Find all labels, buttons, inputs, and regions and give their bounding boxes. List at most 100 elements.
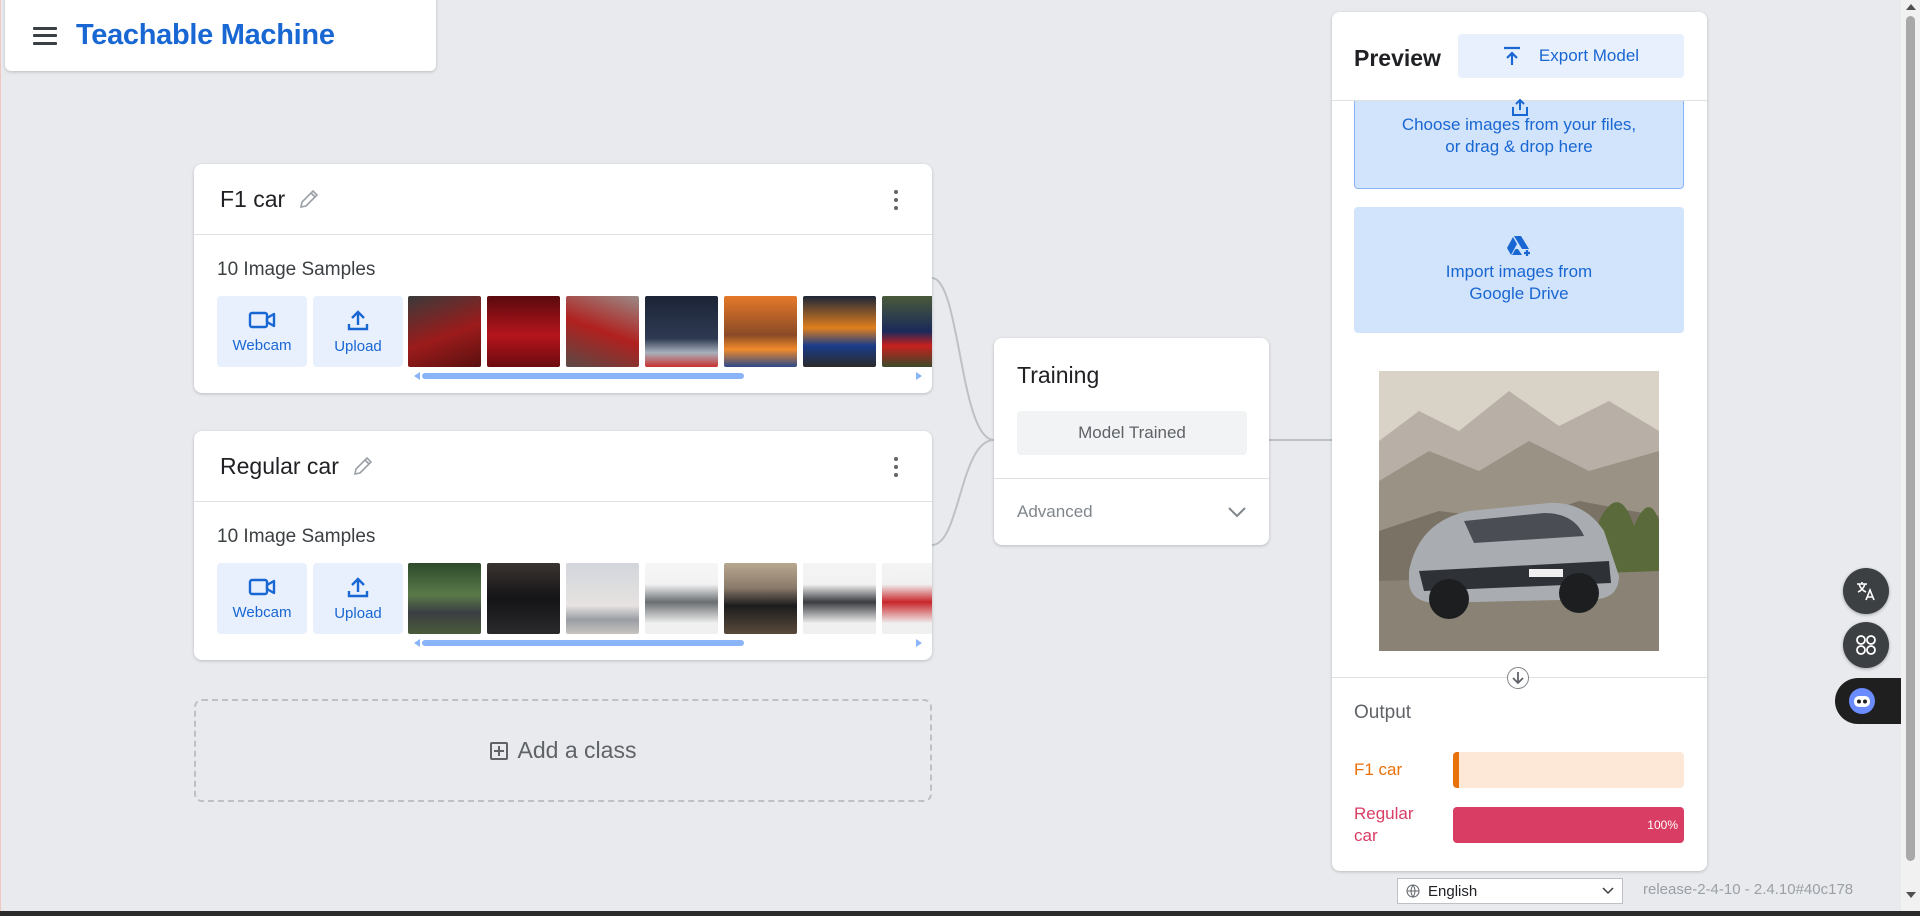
scroll-right-arrow-icon[interactable] <box>916 639 922 647</box>
sample-thumbnail[interactable] <box>724 296 797 367</box>
scroll-up-arrow-icon[interactable] <box>1906 4 1916 10</box>
app-title[interactable]: Teachable Machine <box>76 19 335 52</box>
upload-button[interactable]: Upload <box>313 296 403 367</box>
class-card-f1-car: F1 car 10 Image Samples Webcam Upload <box>194 164 932 393</box>
class-name[interactable]: Regular car <box>220 453 339 480</box>
drop-line-1: Choose images from your files, <box>1401 115 1637 134</box>
drop-line-2: or drag & drop here <box>1445 137 1593 156</box>
samples-count: 10 Image Samples <box>217 259 376 280</box>
class-options-kebab-icon[interactable] <box>894 457 900 477</box>
sample-thumbnail[interactable] <box>487 296 560 367</box>
drive-line-1: Import images from <box>1445 262 1593 281</box>
sample-thumbnail[interactable] <box>408 296 481 367</box>
preview-car-photo <box>1379 371 1659 651</box>
preview-title: Preview <box>1354 45 1441 71</box>
scroll-thumb[interactable] <box>422 640 744 646</box>
sample-thumbnail[interactable] <box>803 296 876 367</box>
drive-line-2: Google Drive <box>1469 284 1569 303</box>
add-image-icon <box>1512 98 1528 116</box>
assistant-button[interactable] <box>1835 678 1901 724</box>
output-bar-f1-car <box>1453 752 1684 788</box>
scroll-down-arrow-icon[interactable] <box>1906 892 1916 898</box>
output-label-regular-car: Regular car <box>1354 803 1414 847</box>
sample-thumbnail[interactable] <box>803 563 876 634</box>
preview-panel: Choose images from your files, or drag &… <box>1332 12 1707 871</box>
training-card: Training Model Trained Advanced <box>994 338 1269 545</box>
page-scrollbar[interactable] <box>1901 0 1920 911</box>
webcam-button[interactable]: Webcam <box>217 563 307 634</box>
output-percent: 100% <box>1647 818 1678 832</box>
export-model-button[interactable]: Export Model <box>1458 34 1684 78</box>
class-card-header: Regular car <box>194 431 932 502</box>
output-bar-regular-car: 100% <box>1453 807 1684 843</box>
sample-thumbnail[interactable] <box>487 563 560 634</box>
scroll-right-arrow-icon[interactable] <box>916 372 922 380</box>
train-model-button[interactable]: Model Trained <box>1017 411 1247 455</box>
chevron-down-icon <box>1602 887 1614 895</box>
sample-thumbnail[interactable] <box>882 296 932 367</box>
upload-button[interactable]: Upload <box>313 563 403 634</box>
class-card-regular-car: Regular car 10 Image Samples Webcam Uplo… <box>194 431 932 660</box>
sample-thumbnail[interactable] <box>566 563 639 634</box>
output-title: Output <box>1354 702 1412 723</box>
webcam-label: Webcam <box>232 337 292 354</box>
edit-pencil-icon[interactable] <box>351 454 375 478</box>
globe-icon <box>1406 884 1420 898</box>
advanced-label: Advanced <box>1017 502 1093 521</box>
output-label-line-2: car <box>1354 826 1378 845</box>
sample-thumbnail[interactable] <box>645 563 718 634</box>
class-name[interactable]: F1 car <box>220 186 285 213</box>
sample-thumbnails[interactable] <box>408 563 932 634</box>
add-class-label: Add a class <box>517 737 637 763</box>
apps-button[interactable] <box>1843 622 1889 668</box>
class-options-kebab-icon[interactable] <box>894 190 900 210</box>
sample-thumbnail[interactable] <box>566 296 639 367</box>
preview-header: Preview Export Model <box>1332 12 1707 101</box>
scroll-thumb[interactable] <box>422 373 744 379</box>
output-fill <box>1453 752 1459 788</box>
translate-button[interactable] <box>1843 568 1889 614</box>
language-value: English <box>1428 882 1478 900</box>
chevron-down-icon <box>1228 507 1246 518</box>
upload-label: Upload <box>334 338 382 355</box>
output-label-line-1: Regular <box>1354 804 1414 823</box>
assistant-bot-icon <box>1849 688 1875 714</box>
add-box-icon <box>489 741 508 760</box>
window-bottom-edge <box>0 911 1920 916</box>
app-header: Teachable Machine <box>5 0 436 71</box>
scroll-left-arrow-icon[interactable] <box>414 372 420 380</box>
apps-grid-icon <box>1856 635 1876 655</box>
sample-thumbnail[interactable] <box>882 563 932 634</box>
page-edge <box>0 0 6 916</box>
video-camera-icon <box>248 311 276 329</box>
preview-image <box>1379 371 1659 651</box>
upload-label: Upload <box>334 605 382 622</box>
sample-thumbnail[interactable] <box>645 296 718 367</box>
sample-thumbnail[interactable] <box>724 563 797 634</box>
google-drive-icon <box>1507 236 1530 256</box>
thumbnails-scrollbar[interactable] <box>414 637 922 647</box>
arrow-down-icon[interactable] <box>1507 667 1529 689</box>
page-scroll-thumb[interactable] <box>1906 16 1915 861</box>
language-select[interactable]: English <box>1397 878 1623 904</box>
google-drive-import-button[interactable]: Import images from Google Drive <box>1354 207 1684 333</box>
upload-icon <box>347 310 369 331</box>
webcam-label: Webcam <box>232 604 292 621</box>
export-upload-icon <box>1503 46 1520 65</box>
edit-pencil-icon[interactable] <box>297 187 321 211</box>
video-camera-icon <box>248 578 276 596</box>
sample-thumbnails[interactable] <box>408 296 932 367</box>
output-fill: 100% <box>1453 807 1684 843</box>
webcam-button[interactable]: Webcam <box>217 296 307 367</box>
hamburger-menu-icon[interactable] <box>33 26 57 45</box>
export-model-label: Export Model <box>1538 46 1640 65</box>
add-class-button[interactable]: Add a class <box>194 699 932 802</box>
training-title: Training <box>1017 362 1100 388</box>
advanced-toggle[interactable]: Advanced <box>994 479 1269 545</box>
sample-thumbnail[interactable] <box>408 563 481 634</box>
class-card-header: F1 car <box>194 164 932 235</box>
scroll-left-arrow-icon[interactable] <box>414 639 420 647</box>
upload-icon <box>347 577 369 598</box>
thumbnails-scrollbar[interactable] <box>414 370 922 380</box>
release-version: release-2-4-10 - 2.4.10#40c178 <box>1643 881 1854 898</box>
